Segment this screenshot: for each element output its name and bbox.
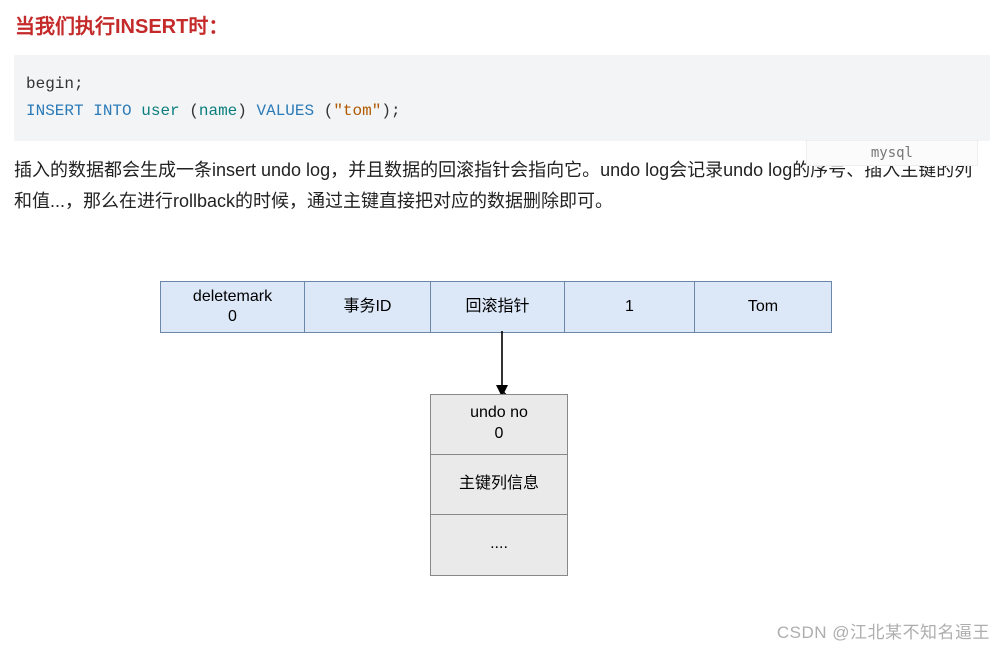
cell-deletemark-label: deletemark (193, 287, 272, 306)
undo-log-diagram: deletemark 0 事务ID 回滚指针 1 Tom ↖ undo no 0… (0, 281, 1004, 621)
cell-pk: 1 (565, 282, 695, 332)
record-row-table: deletemark 0 事务ID 回滚指针 1 Tom (160, 281, 832, 333)
cell-rollback-ptr: 回滚指针 (431, 282, 565, 332)
cell-txid: 事务ID (305, 282, 431, 332)
cell-name: Tom (695, 282, 831, 332)
section-heading: 当我们执行INSERT时： (0, 0, 1004, 55)
rollback-arrow (492, 331, 512, 397)
undo-log-table: undo no 0 主键列信息 .... (430, 394, 568, 576)
kw-into: INTO (93, 102, 131, 120)
undo-cell-pk: 主键列信息 (431, 455, 567, 515)
sql-code-block: begin; INSERT INTO user (name) VALUES ("… (14, 55, 990, 141)
kw-values: VALUES (256, 102, 314, 120)
language-hint: mysql (806, 140, 978, 166)
code-line-1: begin; (26, 75, 84, 93)
kw-insert: INSERT (26, 102, 84, 120)
undo-no-value: 0 (495, 424, 504, 445)
ident-user: user (141, 102, 179, 120)
paren-open-2: ( (324, 102, 334, 120)
watermark: CSDN @江北某不知名逼王 (777, 618, 990, 643)
paren-close: ) (237, 102, 247, 120)
undo-no-label: undo no (470, 403, 528, 424)
paren-open: ( (189, 102, 199, 120)
col-name: name (199, 102, 237, 120)
undo-cell-no: undo no 0 (431, 395, 567, 455)
str-tom: "tom" (333, 102, 381, 120)
cell-deletemark-value: 0 (228, 307, 237, 326)
undo-cell-ellipsis: .... (431, 515, 567, 575)
paren-close-2: ) (381, 102, 391, 120)
cell-deletemark: deletemark 0 (161, 282, 305, 332)
